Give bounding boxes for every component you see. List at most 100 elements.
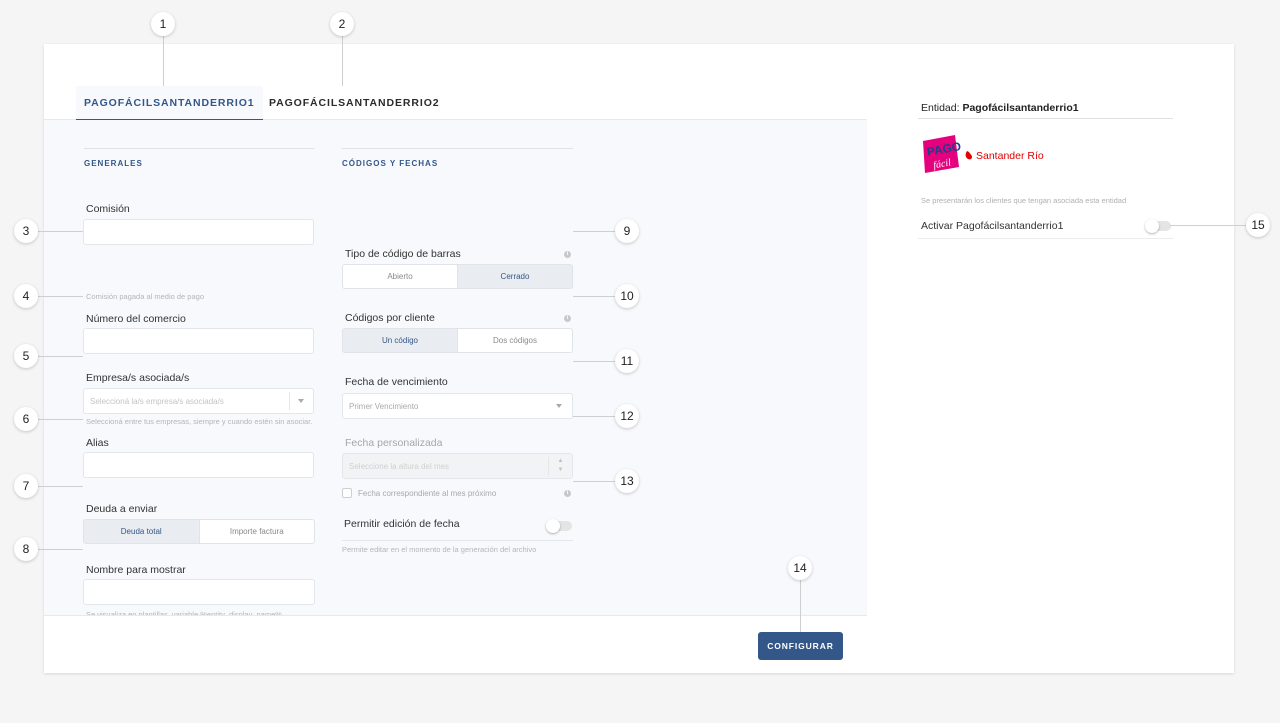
entity-hint: Se presentarán los clientes que tengan a… [921,196,1127,205]
chevron-down-icon[interactable] [548,397,572,415]
activar-entity-label: Activar Pagofácilsantanderrio1 [921,220,1064,232]
callout-line [38,356,83,357]
callout-line [38,419,83,420]
logo-facil-text: fácil [932,157,952,171]
permitir-edicion-hint: Permite editar en el momento de la gener… [342,545,537,554]
abierto-option[interactable]: Abierto [343,265,457,288]
empresas-placeholder: Seleccioná la/s empresa/s asociada/s [90,397,224,406]
info-icon[interactable]: i [564,315,571,322]
fecha-personalizada-placeholder: Seleccione la altura del mes [349,462,450,471]
cerrado-option[interactable]: Cerrado [457,265,572,288]
callout-line [573,361,616,362]
entity-name: Pagofácilsantanderrio1 [962,102,1079,114]
callout-badge: 3 [14,219,38,243]
alias-input[interactable] [83,452,314,478]
alias-label: Alias [86,437,109,449]
codigos-cliente-segmented: Un código Dos códigos [342,328,573,353]
tab-bar: PAGOFÁCILSANTANDERRIO1 PAGOFÁCILSANTANDE… [44,44,867,120]
empresas-hint: Seleccioná entre tus empresas, siempre y… [86,417,313,426]
section-codigos-title: CÓDIGOS Y FECHAS [342,148,573,168]
callout-line [1170,225,1246,226]
logo-bank-text: Santander Río [976,150,1044,162]
tab-pagofacilsantanderrio1[interactable]: PAGOFÁCILSANTANDERRIO1 [76,86,263,120]
form-area: GENERALES Comisión Comisión pagada al me… [44,120,867,619]
callout-badge: 15 [1246,213,1270,237]
permitir-edicion-label: Permitir edición de fecha [344,518,460,530]
dos-codigos-option[interactable]: Dos códigos [457,329,572,352]
configuration-frame: PAGOFÁCILSANTANDERRIO1 PAGOFÁCILSANTANDE… [44,44,1234,673]
toggle-knob [1145,219,1159,233]
pagofacil-logo-icon: PAGO fácil Santander Río [923,135,1044,173]
callout-line [573,296,616,297]
callout-badge: 4 [14,284,38,308]
comision-label: Comisión [86,203,130,215]
info-icon[interactable]: i [564,490,571,497]
un-codigo-option[interactable]: Un código [343,329,457,352]
deuda-segmented: Deuda total Importe factura [83,519,315,544]
callout-badge: 13 [615,469,639,493]
empresas-label: Empresa/s asociada/s [86,372,190,384]
comision-hint: Comisión pagada al medio de pago [86,292,204,301]
chevron-down-icon[interactable] [289,392,313,410]
callout-badge: 14 [788,556,812,580]
callout-line [573,416,616,417]
callout-badge: 5 [14,344,38,368]
callout-line [38,549,83,550]
callout-line [38,296,83,297]
entity-panel: Entidad: Pagofácilsantanderrio1 PAGO fác… [868,44,1234,673]
callout-line [573,481,616,482]
activar-entity-toggle[interactable] [1145,219,1171,233]
callout-badge: 7 [14,474,38,498]
callout-line [342,36,343,86]
fecha-personalizada-input[interactable]: Seleccione la altura del mes ▲ ▼ [342,453,573,479]
mes-proximo-checkbox[interactable] [342,488,352,498]
callout-badge: 1 [151,12,175,36]
callout-line [163,36,164,86]
form-footer: CONFIGURAR [44,615,867,673]
permitir-edicion-toggle[interactable] [546,519,572,533]
mes-proximo-label: Fecha correspondiente al mes próximo [358,489,497,498]
deuda-label: Deuda a enviar [86,503,158,515]
callout-badge: 10 [615,284,639,308]
callout-badge: 6 [14,407,38,431]
callout-line [38,486,83,487]
comision-input[interactable] [83,219,314,245]
vencimiento-select[interactable]: Primer Vencimiento [342,393,573,419]
callout-line [573,231,616,232]
deuda-total-option[interactable]: Deuda total [84,520,199,543]
callout-badge: 8 [14,537,38,561]
fecha-personalizada-label: Fecha personalizada [345,437,443,449]
vencimiento-value: Primer Vencimiento [349,402,419,411]
info-icon[interactable]: i [564,251,571,258]
callout-badge: 2 [330,12,354,36]
importe-factura-option[interactable]: Importe factura [198,520,315,543]
stepper-up-icon[interactable]: ▲ [549,457,572,466]
nombre-mostrar-label: Nombre para mostrar [86,564,186,576]
toggle-knob [546,519,560,533]
stepper-icon[interactable]: ▲ ▼ [548,457,572,475]
callout-badge: 9 [615,219,639,243]
callout-badge: 12 [615,404,639,428]
callout-badge: 11 [615,349,639,373]
pagofacil-santander-logo: PAGO fácil Santander Río [921,135,1051,175]
stepper-down-icon[interactable]: ▼ [549,466,572,475]
entity-label: Entidad: [921,102,960,114]
divider [918,118,1173,119]
callout-line [800,580,801,632]
tipo-codigo-label: Tipo de código de barras [345,248,461,260]
divider [342,540,573,541]
form-panel: PAGOFÁCILSANTANDERRIO1 PAGOFÁCILSANTANDE… [44,44,867,673]
tab-pagofacilsantanderrio2[interactable]: PAGOFÁCILSANTANDERRIO2 [261,86,448,120]
entity-title: Entidad: Pagofácilsantanderrio1 [921,102,1079,114]
divider [918,238,1173,239]
nombre-mostrar-input[interactable] [83,579,315,605]
numero-comercio-label: Número del comercio [86,313,186,325]
tipo-codigo-segmented: Abierto Cerrado [342,264,573,289]
configurar-button[interactable]: CONFIGURAR [758,632,843,660]
callout-line [38,231,83,232]
section-generales-title: GENERALES [84,148,314,168]
empresas-select[interactable]: Seleccioná la/s empresa/s asociada/s [83,388,314,414]
numero-comercio-input[interactable] [83,328,314,354]
vencimiento-label: Fecha de vencimiento [345,376,448,388]
codigos-cliente-label: Códigos por cliente [345,312,435,324]
